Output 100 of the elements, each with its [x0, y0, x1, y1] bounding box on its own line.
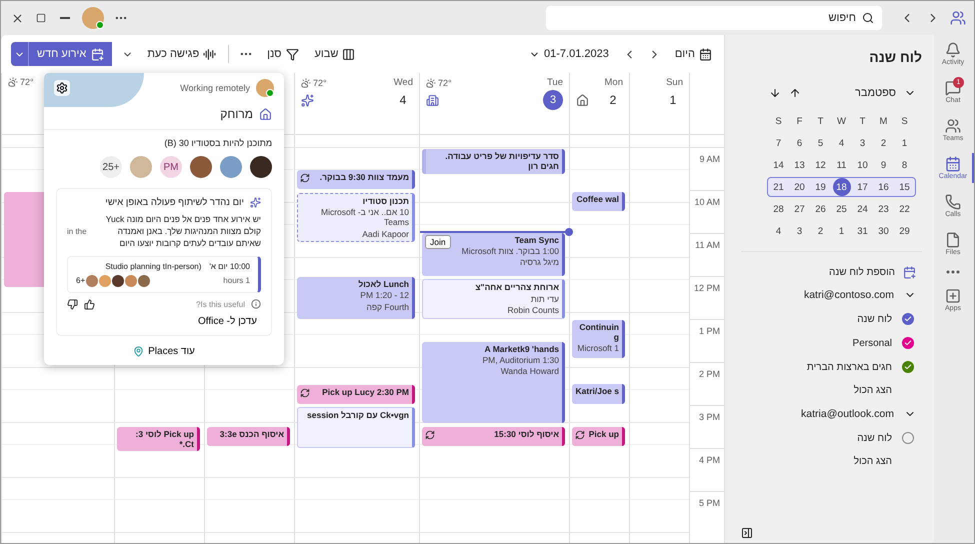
meet-now-button[interactable]: פגישה כעת: [143, 44, 220, 64]
calendar-event[interactable]: סדר עדיפויות של פריט עבודה. חגים רון: [422, 149, 565, 174]
user-avatar[interactable]: [82, 7, 104, 29]
date-cell[interactable]: 28: [770, 200, 788, 218]
date-cell[interactable]: 22: [896, 200, 914, 218]
date-cell[interactable]: 20: [790, 178, 808, 196]
join-button[interactable]: Join: [425, 235, 451, 249]
date-cell[interactable]: 2: [874, 134, 892, 152]
calendar-event[interactable]: Ck•vgn עם קורבל session: [297, 407, 415, 448]
check-icon: [904, 363, 912, 371]
more-places-link[interactable]: עוד Places: [125, 338, 203, 365]
calendar-event[interactable]: מעמד צוות 9:30 בבוקר.: [297, 170, 415, 190]
event-text: Fourth קפה: [365, 302, 409, 312]
next-month-icon[interactable]: [769, 87, 781, 99]
event-text: Lunch לאכול: [357, 279, 409, 290]
teams-logo-icon[interactable]: [950, 10, 966, 26]
calendar-event[interactable]: איסוף לוסי 15:30: [422, 426, 565, 446]
weekday-label: F: [796, 116, 802, 126]
previous-month-icon[interactable]: [789, 87, 801, 99]
calendar-event[interactable]: Katri/Joe s: [572, 384, 625, 404]
collapse-panel-icon[interactable]: [741, 527, 753, 539]
date-cell[interactable]: 18: [832, 178, 850, 196]
calendar-event[interactable]: Continuing Microsoft 1: [572, 320, 625, 358]
date-cell[interactable]: 29: [896, 222, 914, 240]
show-all-link[interactable]: הצג הכול: [854, 450, 922, 473]
aside-text: in the: [67, 227, 87, 236]
date-cell[interactable]: 6: [790, 134, 808, 152]
sparkle-icon[interactable]: [301, 94, 314, 106]
date-cell[interactable]: 17: [854, 178, 872, 196]
event-text: 10 אם.. אני ב- Microsoft Teams: [320, 207, 409, 228]
date-cell[interactable]: 16: [874, 178, 892, 196]
date-cell[interactable]: 1: [832, 222, 850, 240]
calendar-checkbox[interactable]: [902, 432, 914, 444]
date-cell[interactable]: 26: [812, 200, 830, 218]
date-cell[interactable]: 11: [832, 156, 850, 174]
calendar-checkbox[interactable]: [902, 361, 914, 373]
show-all-link[interactable]: הצג הכול: [854, 379, 922, 402]
bell-icon: [945, 42, 961, 58]
settings-button[interactable]: [54, 80, 70, 96]
date-range-picker[interactable]: 01-7.01.2023: [525, 45, 613, 63]
date-cell[interactable]: 8: [896, 156, 914, 174]
event-text: 1:30 PM, Auditorium: [481, 354, 559, 366]
date-cell[interactable]: 2: [812, 222, 830, 240]
thumbs-down-icon[interactable]: [67, 298, 78, 310]
view-button[interactable]: שבוע: [310, 44, 360, 64]
calendar-checkbox[interactable]: [902, 313, 914, 325]
presence-dot: [266, 89, 274, 97]
more-people-count[interactable]: +25: [100, 156, 122, 178]
date-cell[interactable]: 31: [854, 222, 872, 240]
date-cell[interactable]: 19: [812, 178, 830, 196]
date-cell[interactable]: 3: [854, 134, 872, 152]
day-number[interactable]: 4: [393, 90, 413, 110]
calendar-checkbox[interactable]: [902, 337, 914, 349]
date-cell[interactable]: 24: [854, 200, 872, 218]
date-cell[interactable]: 12: [812, 156, 830, 174]
date-cell[interactable]: 1: [896, 134, 914, 152]
thumbs-up-icon[interactable]: [84, 298, 95, 310]
event-text: מיגל גרסיה: [518, 257, 559, 268]
search-field[interactable]: חיפוש: [546, 6, 882, 30]
account-header[interactable]: katria@outlook.com: [795, 402, 922, 426]
hour-label: 10 AM: [690, 190, 724, 233]
today-button[interactable]: היום: [670, 44, 716, 64]
date-cell[interactable]: 13: [790, 156, 808, 174]
building-icon[interactable]: [426, 94, 439, 106]
date-cell[interactable]: 4: [832, 134, 850, 152]
date-cell[interactable]: 21: [770, 178, 788, 196]
date-cell[interactable]: 23: [874, 200, 892, 218]
date-cell[interactable]: 3: [790, 222, 808, 240]
planned-text: מתוכנן להיות בסטודיו 30 (B): [163, 137, 273, 150]
date-cell[interactable]: 5: [812, 134, 830, 152]
date-cell[interactable]: 10: [854, 156, 872, 174]
date-cell[interactable]: 14: [770, 156, 788, 174]
maximize-button[interactable]: [34, 11, 48, 25]
date-cell[interactable]: 30: [874, 222, 892, 240]
calendar-event[interactable]: Pick up Lucy 2:30 PM: [297, 384, 415, 404]
person-avatar[interactable]: [190, 156, 212, 178]
day-number[interactable]: 3: [543, 90, 563, 110]
calendar-event[interactable]: A Marketk9 'hands 1:30 PM, Auditorium Wanda Howard: [422, 342, 565, 424]
person-avatar[interactable]: [250, 156, 272, 178]
account-header[interactable]: katri@contoso.com: [798, 283, 922, 307]
date-cell[interactable]: 4: [770, 222, 788, 240]
house-icon[interactable]: [576, 94, 589, 106]
day-number[interactable]: 1: [663, 90, 683, 110]
calendar-event[interactable]: איסוף הכנס 3:3e: [207, 426, 290, 446]
new-event-caret-button[interactable]: [11, 42, 29, 66]
date-cell[interactable]: 9: [874, 156, 892, 174]
date-cell[interactable]: 7: [770, 134, 788, 152]
update-office-link[interactable]: עדכן ל- Office: [194, 316, 261, 327]
calendar-event[interactable]: Pick up לוסי 3: Ct.*: [117, 426, 200, 451]
date-cell[interactable]: 27: [790, 200, 808, 218]
add-calendar-link[interactable]: הוספת לוח שנה: [829, 262, 916, 283]
calendar-event[interactable]: Pick up: [572, 426, 625, 446]
calendar-event[interactable]: Coffee wal: [572, 192, 625, 211]
date-cell[interactable]: 25: [832, 200, 850, 218]
date-cell[interactable]: 15: [896, 178, 914, 196]
new-event-button[interactable]: אירוע חדש: [29, 42, 112, 66]
event-text: Pick up לוסי 3: Ct.*: [134, 428, 194, 449]
filter-button[interactable]: סנן: [263, 44, 303, 64]
day-number[interactable]: 2: [603, 90, 623, 110]
initials-avatar[interactable]: PM: [160, 156, 182, 178]
